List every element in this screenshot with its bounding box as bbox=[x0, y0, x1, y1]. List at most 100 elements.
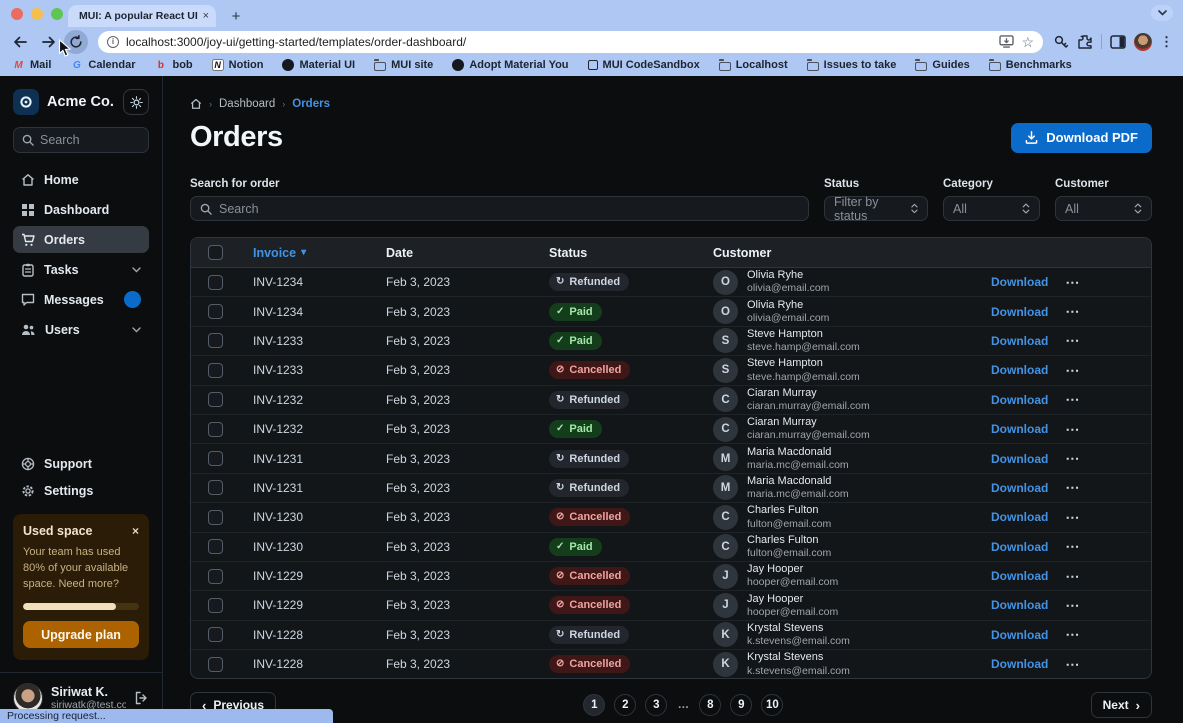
row-checkbox[interactable] bbox=[208, 304, 223, 319]
row-checkbox[interactable] bbox=[208, 627, 223, 642]
browser-tab[interactable]: MUI: A popular React UI fram × bbox=[68, 5, 216, 27]
sidebar-item-messages[interactable]: Messages bbox=[13, 286, 149, 313]
color-scheme-toggle-button[interactable] bbox=[123, 89, 149, 115]
page-number-button[interactable]: 8 bbox=[699, 694, 721, 716]
logout-icon[interactable] bbox=[134, 691, 149, 705]
download-link[interactable]: Download bbox=[991, 334, 1048, 348]
sidebar-item-users[interactable]: Users bbox=[13, 316, 149, 343]
more-horizontal-icon[interactable]: ⋯ bbox=[1065, 421, 1079, 438]
category-filter-select[interactable]: All bbox=[943, 196, 1040, 221]
forward-icon[interactable] bbox=[36, 30, 60, 54]
breadcrumb-dashboard[interactable]: Dashboard bbox=[219, 98, 275, 110]
status-filter-select[interactable]: Filter by status bbox=[824, 196, 928, 221]
close-icon[interactable]: × bbox=[132, 524, 139, 538]
download-link[interactable]: Download bbox=[991, 598, 1048, 612]
column-header-invoice[interactable]: Invoice ▾ bbox=[239, 246, 372, 260]
upgrade-plan-button[interactable]: Upgrade plan bbox=[23, 621, 139, 648]
more-horizontal-icon[interactable]: ⋯ bbox=[1065, 597, 1079, 614]
url-bar[interactable]: i localhost:3000/joy-ui/getting-started/… bbox=[98, 31, 1043, 53]
back-icon[interactable] bbox=[8, 30, 32, 54]
home-icon[interactable] bbox=[190, 98, 202, 110]
download-pdf-button[interactable]: Download PDF bbox=[1011, 123, 1152, 153]
url-text[interactable]: localhost:3000/joy-ui/getting-started/te… bbox=[126, 35, 992, 49]
row-checkbox[interactable] bbox=[208, 480, 223, 495]
page-number-button[interactable]: 2 bbox=[614, 694, 636, 716]
sidebar-item-tasks[interactable]: Tasks bbox=[13, 256, 149, 283]
window-close-button[interactable] bbox=[11, 8, 23, 20]
extensions-puzzle-icon[interactable] bbox=[1077, 34, 1093, 50]
bookmark-item[interactable]: Localhost bbox=[719, 59, 788, 71]
sidebar-item-settings[interactable]: Settings bbox=[13, 477, 149, 504]
password-key-icon[interactable] bbox=[1053, 34, 1069, 50]
site-info-icon[interactable]: i bbox=[107, 36, 119, 48]
bookmark-item[interactable]: Adopt Material You bbox=[452, 59, 568, 71]
download-link[interactable]: Download bbox=[991, 452, 1048, 466]
download-link[interactable]: Download bbox=[991, 540, 1048, 554]
download-link[interactable]: Download bbox=[991, 422, 1048, 436]
browser-profile-avatar[interactable] bbox=[1134, 33, 1152, 51]
browser-menu-icon[interactable]: ⋮ bbox=[1160, 34, 1173, 50]
bookmark-item[interactable]: Material UI bbox=[282, 59, 355, 71]
sidebar-search-input[interactable]: Search bbox=[13, 127, 149, 153]
bookmark-item[interactable]: Guides bbox=[915, 59, 969, 71]
side-panel-icon[interactable] bbox=[1110, 35, 1126, 49]
download-link[interactable]: Download bbox=[991, 481, 1048, 495]
download-link[interactable]: Download bbox=[991, 275, 1048, 289]
more-horizontal-icon[interactable]: ⋯ bbox=[1065, 391, 1079, 408]
bookmark-star-icon[interactable]: ☆ bbox=[1021, 35, 1034, 49]
more-horizontal-icon[interactable]: ⋯ bbox=[1065, 538, 1079, 555]
next-page-button[interactable]: Next › bbox=[1091, 692, 1152, 718]
bookmark-item[interactable]: Issues to take bbox=[807, 59, 897, 71]
more-horizontal-icon[interactable]: ⋯ bbox=[1065, 509, 1079, 526]
window-zoom-button[interactable] bbox=[51, 8, 63, 20]
page-number-button[interactable]: … bbox=[676, 694, 690, 716]
sidebar-item-support[interactable]: Support bbox=[13, 450, 149, 477]
more-horizontal-icon[interactable]: ⋯ bbox=[1065, 362, 1079, 379]
bookmark-item[interactable]: G Calendar bbox=[70, 59, 135, 72]
row-checkbox[interactable] bbox=[208, 657, 223, 672]
sidebar-item-home[interactable]: Home bbox=[13, 166, 149, 193]
download-link[interactable]: Download bbox=[991, 510, 1048, 524]
bookmark-item[interactable]: MUI CodeSandbox bbox=[588, 59, 700, 71]
row-checkbox[interactable] bbox=[208, 275, 223, 290]
row-checkbox[interactable] bbox=[208, 598, 223, 613]
tab-close-icon[interactable]: × bbox=[203, 10, 209, 22]
page-number-button[interactable]: 10 bbox=[761, 694, 783, 716]
row-checkbox[interactable] bbox=[208, 422, 223, 437]
install-app-icon[interactable] bbox=[999, 35, 1014, 48]
bookmark-item[interactable]: M Mail bbox=[12, 59, 51, 72]
more-horizontal-icon[interactable]: ⋯ bbox=[1065, 303, 1079, 320]
download-link[interactable]: Download bbox=[991, 393, 1048, 407]
new-tab-button[interactable]: + bbox=[226, 6, 246, 26]
bookmark-item[interactable]: Benchmarks bbox=[989, 59, 1072, 71]
download-link[interactable]: Download bbox=[991, 363, 1048, 377]
row-checkbox[interactable] bbox=[208, 510, 223, 525]
download-link[interactable]: Download bbox=[991, 569, 1048, 583]
customer-filter-select[interactable]: All bbox=[1055, 196, 1152, 221]
download-link[interactable]: Download bbox=[991, 628, 1048, 642]
row-checkbox[interactable] bbox=[208, 333, 223, 348]
more-horizontal-icon[interactable]: ⋯ bbox=[1065, 479, 1079, 496]
row-checkbox[interactable] bbox=[208, 539, 223, 554]
row-checkbox[interactable] bbox=[208, 363, 223, 378]
row-checkbox[interactable] bbox=[208, 451, 223, 466]
more-horizontal-icon[interactable]: ⋯ bbox=[1065, 450, 1079, 467]
page-number-button[interactable]: 1 bbox=[583, 694, 605, 716]
order-search-input[interactable]: Search bbox=[190, 196, 809, 221]
bookmark-item[interactable]: MUI site bbox=[374, 59, 433, 71]
bookmark-item[interactable]: N Notion bbox=[212, 59, 264, 71]
select-all-checkbox[interactable] bbox=[208, 245, 223, 260]
window-minimize-button[interactable] bbox=[31, 8, 43, 20]
row-checkbox[interactable] bbox=[208, 392, 223, 407]
page-number-button[interactable]: 3 bbox=[645, 694, 667, 716]
more-horizontal-icon[interactable]: ⋯ bbox=[1065, 274, 1079, 291]
more-horizontal-icon[interactable]: ⋯ bbox=[1065, 626, 1079, 643]
tab-search-chevron-icon[interactable] bbox=[1151, 5, 1173, 21]
sidebar-item-dashboard[interactable]: Dashboard bbox=[13, 196, 149, 223]
download-link[interactable]: Download bbox=[991, 657, 1048, 671]
bookmark-item[interactable]: b bob bbox=[154, 59, 192, 72]
more-horizontal-icon[interactable]: ⋯ bbox=[1065, 568, 1079, 585]
more-horizontal-icon[interactable]: ⋯ bbox=[1065, 332, 1079, 349]
row-checkbox[interactable] bbox=[208, 569, 223, 584]
sidebar-item-orders[interactable]: Orders bbox=[13, 226, 149, 253]
